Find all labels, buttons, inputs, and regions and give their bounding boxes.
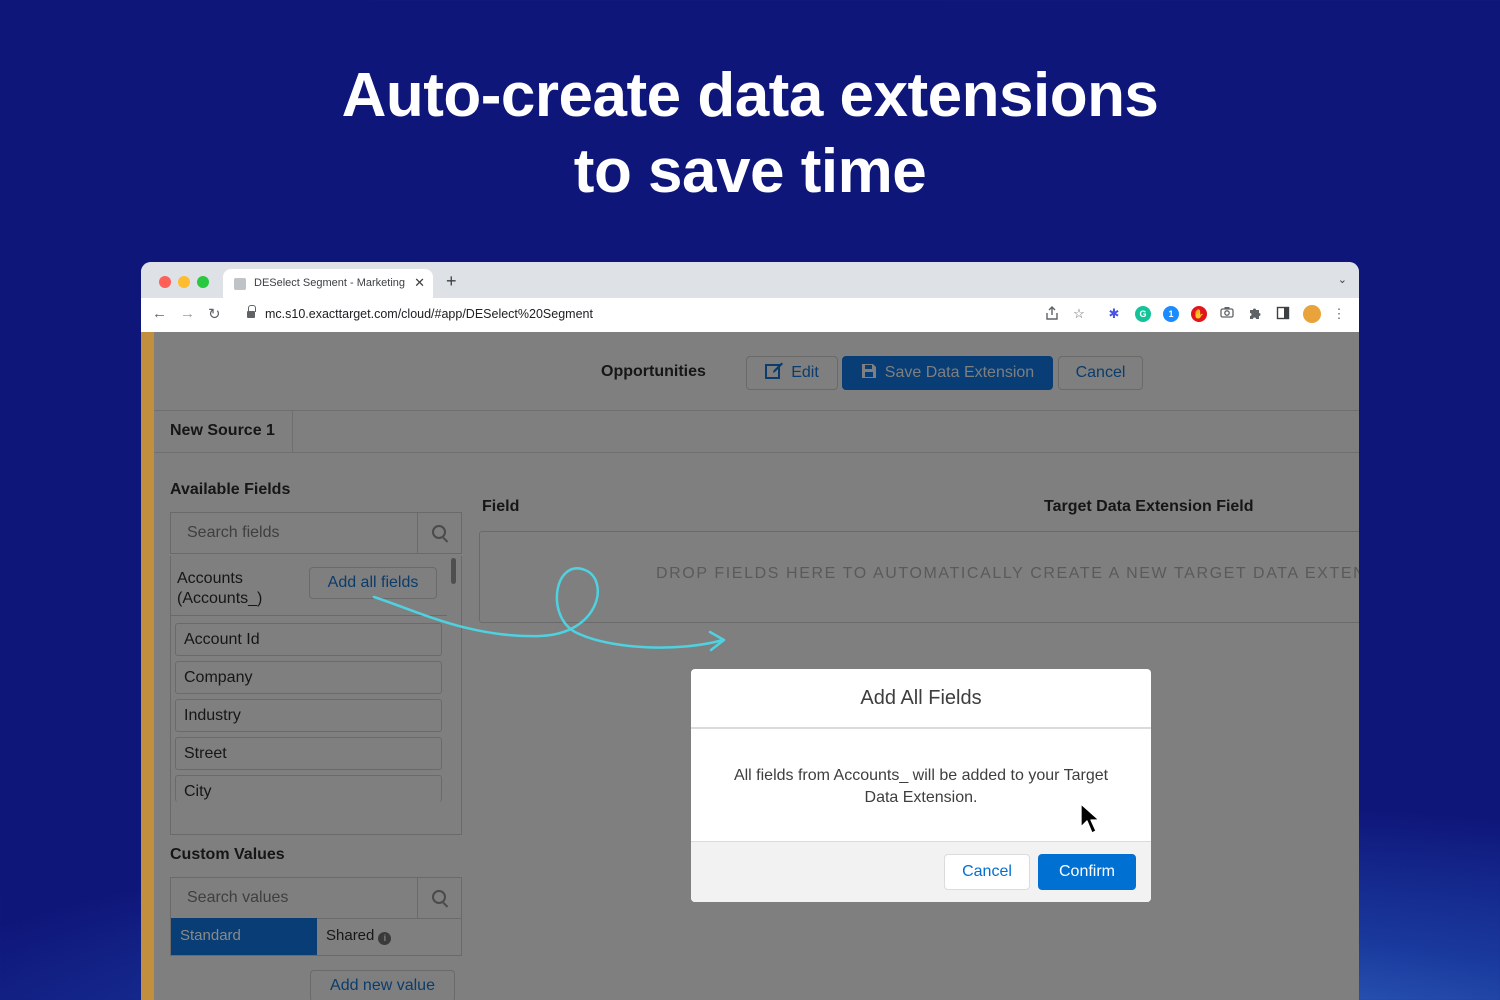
custom-values-label: Custom Values — [170, 846, 285, 863]
hero-title: Auto-create data extensions to save time — [0, 58, 1500, 210]
browser-window: DESelect Segment - Marketing Cloud ✕ + ⌄… — [141, 262, 1359, 1000]
modal-message: All fields from Accounts_ will be added … — [733, 767, 1109, 806]
drop-zone-text: DROP FIELDS HERE TO AUTOMATICALLY CREATE… — [656, 565, 1359, 582]
cancel-button[interactable]: Cancel — [1058, 356, 1143, 390]
back-button[interactable]: ← — [152, 305, 167, 322]
hero-title-line-2: to save time — [573, 137, 927, 206]
kebab-menu-icon[interactable]: ⋮ — [1331, 306, 1347, 322]
onepassword-icon[interactable]: 1 — [1163, 306, 1179, 322]
lock-icon[interactable] — [247, 305, 256, 319]
field-item[interactable]: Street — [175, 737, 442, 770]
edit-icon — [765, 362, 784, 379]
reload-button[interactable]: ↻ — [208, 305, 221, 323]
browser-tab-bar: DESelect Segment - Marketing Cloud ✕ + ⌄ — [141, 262, 1359, 298]
search-values-input[interactable]: Search values — [170, 877, 462, 919]
deselect-app: Opportunities Edit Save Data Extension C… — [141, 332, 1359, 1000]
window-close-button[interactable] — [159, 276, 171, 288]
target-field-column-header: Target Data Extension Field — [1044, 498, 1254, 515]
left-accent-bar — [141, 332, 154, 1000]
fields-scrollbar[interactable] — [448, 556, 458, 802]
new-tab-button[interactable]: + — [446, 271, 457, 292]
drop-zone[interactable]: DROP FIELDS HERE TO AUTOMATICALLY CREATE… — [479, 531, 1359, 623]
field-item[interactable]: City — [175, 775, 442, 802]
tab-close-icon[interactable]: ✕ — [414, 275, 425, 291]
profile-avatar[interactable] — [1303, 305, 1321, 323]
edit-button[interactable]: Edit — [746, 356, 838, 390]
tab-favicon-icon — [234, 278, 246, 290]
add-all-fields-button[interactable]: Add all fields — [309, 567, 437, 599]
camera-icon[interactable] — [1219, 306, 1235, 322]
modal-backdrop: Opportunities Edit Save Data Extension C… — [154, 332, 1359, 1000]
field-item[interactable]: Account Id — [175, 623, 442, 656]
address-bar[interactable]: mc.s10.exacttarget.com/cloud/#app/DESele… — [265, 307, 593, 321]
save-icon — [861, 364, 876, 378]
browser-tab[interactable]: DESelect Segment - Marketing Cloud ✕ — [223, 269, 433, 298]
save-data-extension-button[interactable]: Save Data Extension — [842, 356, 1053, 390]
forward-button[interactable]: → — [180, 305, 195, 322]
selection-name[interactable]: Opportunities — [601, 363, 706, 381]
search-values-placeholder: Search values — [187, 889, 289, 906]
star-icon[interactable]: ☆ — [1071, 306, 1087, 322]
source-tabs: New Source 1 — [154, 411, 1359, 453]
tab-title: DESelect Segment - Marketing Cloud — [254, 277, 406, 289]
field-column-header: Field — [482, 498, 520, 515]
modal-footer: Cancel Confirm — [691, 841, 1151, 902]
add-new-value-button[interactable]: Add new value — [310, 970, 455, 1000]
search-fields-input[interactable]: Search fields — [170, 512, 462, 554]
adblock-icon[interactable]: ✋ — [1191, 306, 1207, 322]
data-extension-name: Accounts (Accounts_) — [177, 570, 263, 607]
modal-cancel-button[interactable]: Cancel — [944, 854, 1030, 890]
confirm-button[interactable]: Confirm — [1038, 854, 1136, 890]
search-fields-placeholder: Search fields — [187, 524, 280, 541]
sidepanel-icon[interactable] — [1275, 306, 1291, 322]
add-all-fields-modal: Add All Fields All fields from Accounts_… — [691, 669, 1151, 902]
available-fields-list: Accounts (Accounts_) Add all fields Acco… — [170, 556, 462, 835]
window-minimize-button[interactable] — [178, 276, 190, 288]
edit-label: Edit — [791, 364, 819, 381]
search-icon[interactable] — [432, 525, 446, 539]
hero-title-line-1: Auto-create data extensions — [341, 61, 1159, 130]
save-label: Save Data Extension — [884, 364, 1035, 381]
extension-perplexity-icon[interactable]: ✱ — [1106, 306, 1122, 322]
search-icon[interactable] — [432, 890, 446, 904]
share-icon[interactable] — [1044, 306, 1060, 322]
info-icon[interactable]: i — [378, 932, 392, 945]
puzzle-icon[interactable] — [1247, 306, 1263, 322]
selection-header: Opportunities Edit Save Data Extension C… — [154, 332, 1359, 411]
grammarly-icon[interactable]: G — [1135, 306, 1151, 322]
available-fields-label: Available Fields — [170, 481, 291, 498]
browser-toolbar: ← → ↻ mc.s10.exacttarget.com/cloud/#app/… — [141, 298, 1359, 332]
field-item[interactable]: Industry — [175, 699, 442, 732]
field-item[interactable]: Company — [175, 661, 442, 694]
tab-new-source-1[interactable]: New Source 1 — [154, 411, 293, 452]
tab-search-chevron-icon[interactable]: ⌄ — [1338, 273, 1347, 286]
custom-values-tabs: Standard Shared i — [170, 918, 462, 956]
window-maximize-button[interactable] — [197, 276, 209, 288]
tab-shared[interactable]: Shared i — [326, 927, 392, 945]
tab-standard[interactable]: Standard — [171, 918, 317, 955]
modal-title: Add All Fields — [691, 669, 1151, 729]
